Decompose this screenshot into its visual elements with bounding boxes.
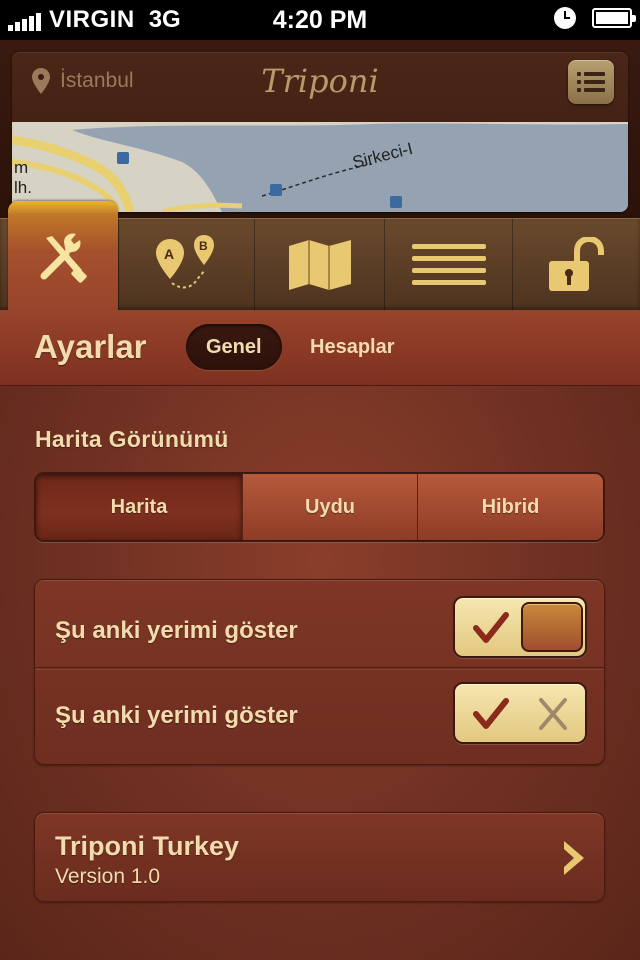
tab-general[interactable]: Genel: [186, 324, 282, 370]
status-time: 4:20 PM: [272, 6, 368, 34]
map-view-heading: Harita Görünümü: [35, 426, 229, 452]
map-type-segmented-control: Harita Uydu Hibrid: [34, 472, 605, 542]
tab-settings[interactable]: [8, 201, 118, 313]
app-logo: Triponi: [261, 62, 379, 100]
checkmark-icon: [473, 612, 509, 643]
svg-text:B: B: [199, 239, 208, 253]
setting-row: Şu anki yerimi göster: [35, 669, 604, 757]
status-bar: VIRGIN 3G 4:20 PM: [0, 0, 640, 40]
svg-text:A: A: [164, 246, 174, 262]
title-bar: Ayarlar Genel Hesaplar: [0, 310, 640, 386]
location-settings-group: Şu anki yerimi göster Şu anki yerimi gös…: [34, 579, 605, 765]
app-version: Version 1.0: [55, 865, 161, 888]
page-title: Ayarlar: [34, 328, 147, 365]
header-panel: İstanbul Triponi Sirkeci-I m lh.: [12, 52, 628, 212]
setting-row: Şu anki yerimi göster: [35, 580, 604, 668]
settings-content: Harita Görünümü Harita Uydu Hibrid Şu an…: [0, 386, 640, 960]
tab-accounts[interactable]: Hesaplar: [290, 324, 415, 370]
menu-list-icon: [577, 72, 605, 92]
show-location-toggle-off[interactable]: [453, 682, 587, 744]
route-icon: A B: [155, 235, 214, 289]
list-icon: [411, 244, 486, 285]
map-edge-label: m: [14, 158, 29, 177]
checkmark-icon: [473, 698, 509, 729]
alarm-clock-icon: [554, 7, 576, 29]
tab-route[interactable]: A B: [118, 219, 254, 311]
tab-map[interactable]: [254, 219, 384, 311]
show-location-toggle-on[interactable]: [453, 596, 587, 658]
toggle-knob[interactable]: [521, 602, 583, 652]
map-icon: [288, 240, 351, 290]
map-type-option-harita[interactable]: Harita: [36, 474, 242, 540]
menu-button[interactable]: [568, 60, 614, 104]
show-location-label: Şu anki yerimi göster: [55, 617, 298, 644]
map-type-option-uydu[interactable]: Uydu: [242, 474, 417, 540]
close-x-icon: [539, 698, 567, 730]
about-app-row[interactable]: Triponi Turkey Version 1.0: [34, 812, 605, 902]
chevron-right-icon: [564, 841, 584, 875]
unlock-icon: [548, 237, 604, 291]
map-preview[interactable]: Sirkeci-I m lh.: [12, 122, 628, 212]
battery-icon: [592, 8, 636, 28]
app-name: Triponi Turkey: [55, 831, 240, 861]
app-header: İstanbul Triponi Sirkeci-I m lh.: [0, 40, 640, 220]
tab-account[interactable]: [512, 219, 640, 311]
tools-icon: [40, 233, 87, 283]
tab-list[interactable]: [384, 219, 512, 311]
map-edge-label: lh.: [14, 178, 32, 197]
tab-bar: A B: [0, 201, 640, 313]
map-type-option-hibrid[interactable]: Hibrid: [417, 474, 603, 540]
show-location-label: Şu anki yerimi göster: [55, 702, 298, 729]
